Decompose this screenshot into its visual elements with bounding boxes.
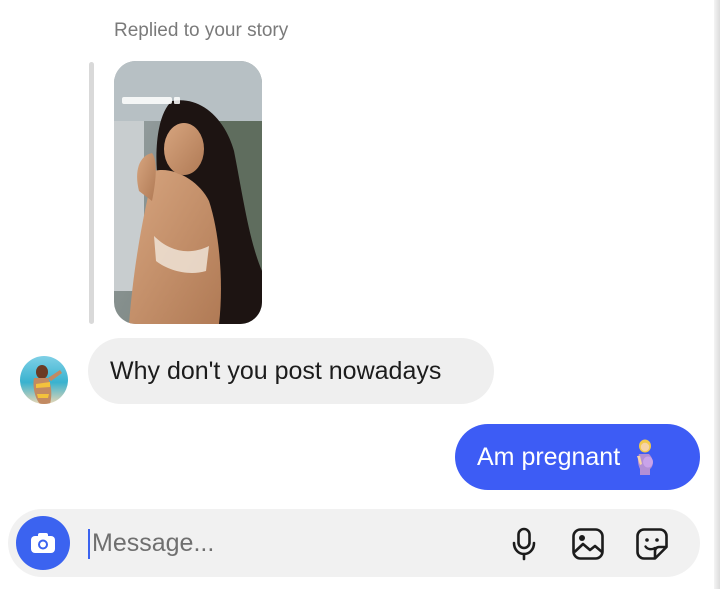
avatar-photo [20, 356, 68, 404]
sender-avatar[interactable] [20, 356, 68, 404]
message-input[interactable] [92, 523, 392, 563]
camera-button[interactable] [16, 516, 70, 570]
window-edge [714, 0, 720, 589]
replied-to-story-label: Replied to your story [114, 20, 289, 41]
incoming-message-bubble[interactable]: Why don't you post nowadays [88, 338, 494, 404]
pregnant-person-emoji-icon [634, 439, 656, 475]
message-composer [8, 509, 700, 577]
voice-message-button[interactable] [504, 524, 544, 564]
sticker-icon [636, 528, 668, 560]
camera-icon [31, 533, 55, 553]
reply-quote-bar [89, 62, 94, 324]
outgoing-message-text: Am pregnant [477, 442, 621, 471]
sticker-button[interactable] [632, 524, 672, 564]
outgoing-message-bubble[interactable]: Am pregnant [455, 424, 700, 490]
story-thumbnail[interactable] [114, 61, 262, 324]
story-photo [114, 61, 262, 324]
text-caret [88, 529, 90, 559]
gallery-icon [572, 528, 604, 560]
microphone-icon [512, 527, 536, 561]
gallery-button[interactable] [568, 524, 608, 564]
